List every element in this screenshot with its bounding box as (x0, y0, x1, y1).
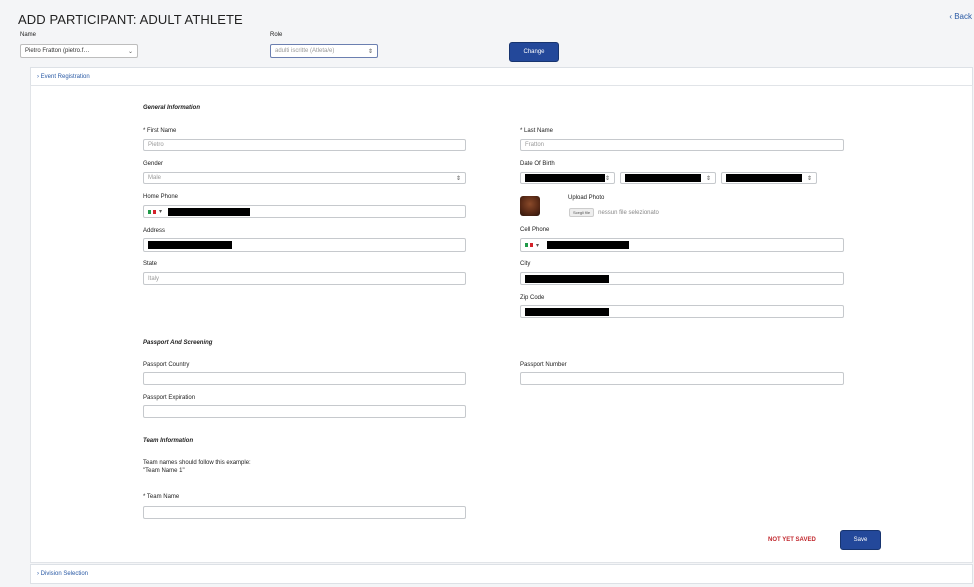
role-label: Role (270, 32, 283, 38)
state-label: State (143, 261, 158, 267)
last-name-value: Fratton (525, 142, 545, 148)
passport-expiration-input[interactable] (143, 405, 466, 418)
home-phone-label: Home Phone (143, 194, 179, 200)
gender-select[interactable]: Male ⇕ (143, 172, 466, 184)
team-hint-line1: Team names should follow this example: (143, 460, 251, 466)
last-name-label: * Last Name (520, 128, 554, 134)
cell-phone-label: Cell Phone (520, 227, 550, 233)
passport-number-label: Passport Number (520, 362, 567, 368)
event-registration-link[interactable]: › Event Registration (37, 74, 90, 80)
general-information-heading: General Information (143, 105, 201, 111)
redacted-block (148, 241, 232, 249)
name-select[interactable]: Pietro Fratton (pietro.f… ⌄ (20, 44, 138, 58)
chevron-updown-icon: ⇕ (604, 175, 610, 182)
passport-country-input[interactable] (143, 372, 466, 385)
change-button[interactable]: Change (509, 42, 559, 62)
team-information-heading: Team Information (143, 438, 194, 444)
first-name-label: * First Name (143, 128, 177, 134)
first-name-value: Pietro (148, 142, 164, 148)
team-hint-line2: "Team Name 1" (143, 468, 185, 474)
last-name-input[interactable]: Fratton (520, 139, 844, 151)
choose-file-button[interactable]: Scegli file (569, 208, 595, 217)
role-select-value: adulti iscritte (Atleta/e) (275, 48, 335, 54)
name-label: Name (20, 32, 37, 38)
dob-label: Date Of Birth (520, 161, 555, 167)
avatar (520, 196, 540, 216)
passport-heading: Passport And Screening (143, 340, 213, 346)
passport-number-input[interactable] (520, 372, 844, 385)
dob-day-select[interactable]: ⇕ (520, 172, 615, 184)
home-phone-input[interactable]: ▾ (143, 205, 466, 218)
event-registration-panel[interactable]: › Event Registration (30, 67, 973, 87)
chevron-updown-icon: ⇕ (367, 48, 373, 55)
city-input[interactable] (520, 272, 844, 285)
italy-flag-icon (525, 243, 534, 247)
italy-flag-icon (148, 209, 157, 214)
first-name-input[interactable]: Pietro (143, 139, 466, 151)
state-input[interactable]: Italy (143, 272, 466, 285)
back-link[interactable]: ‹ Back (949, 12, 972, 21)
redacted-block (625, 174, 701, 182)
passport-expiration-label: Passport Expiration (143, 395, 196, 401)
state-value: Italy (148, 275, 160, 282)
no-file-text: nessun file selezionato (598, 209, 659, 216)
save-status-text: NOT YET SAVED (768, 537, 816, 543)
zip-code-label: Zip Code (520, 295, 545, 301)
zip-code-input[interactable] (520, 305, 844, 318)
redacted-block (525, 174, 605, 182)
redacted-block (525, 307, 609, 316)
city-label: City (520, 261, 531, 267)
passport-country-label: Passport Country (143, 362, 190, 368)
dob-month-select[interactable]: ⇕ (620, 172, 716, 184)
redacted-block (726, 174, 802, 182)
chevron-down-icon: ⌄ (127, 48, 133, 55)
upload-photo-control: Scegli file nessun file selezionato (569, 208, 659, 217)
chevron-down-icon: ▾ (536, 242, 540, 249)
address-input[interactable] (143, 238, 466, 252)
save-button[interactable]: Save (840, 530, 881, 550)
chevron-updown-icon: ⇕ (455, 175, 461, 182)
chevron-updown-icon: ⇕ (806, 175, 812, 182)
upload-photo-label: Upload Photo (568, 195, 605, 201)
redacted-block (547, 241, 630, 249)
gender-label: Gender (143, 161, 164, 167)
division-selection-panel[interactable]: › Division Selection (30, 564, 973, 584)
team-name-label: * Team Name (143, 494, 180, 500)
dob-year-select[interactable]: ⇕ (721, 172, 817, 184)
division-selection-link[interactable]: › Division Selection (37, 571, 88, 577)
chevron-down-icon: ▾ (159, 209, 163, 215)
name-select-value: Pietro Fratton (pietro.f… (25, 48, 90, 54)
role-select[interactable]: adulti iscritte (Atleta/e) ⇕ (270, 44, 378, 58)
gender-value: Male (148, 175, 162, 181)
participant-form (30, 85, 973, 563)
redacted-block (168, 207, 251, 216)
redacted-block (525, 274, 609, 283)
chevron-updown-icon: ⇕ (705, 175, 711, 182)
team-name-input[interactable] (143, 506, 466, 519)
page-title: ADD PARTICIPANT: ADULT ATHLETE (18, 12, 243, 27)
cell-phone-input[interactable]: ▾ (520, 238, 844, 252)
address-label: Address (143, 228, 166, 234)
